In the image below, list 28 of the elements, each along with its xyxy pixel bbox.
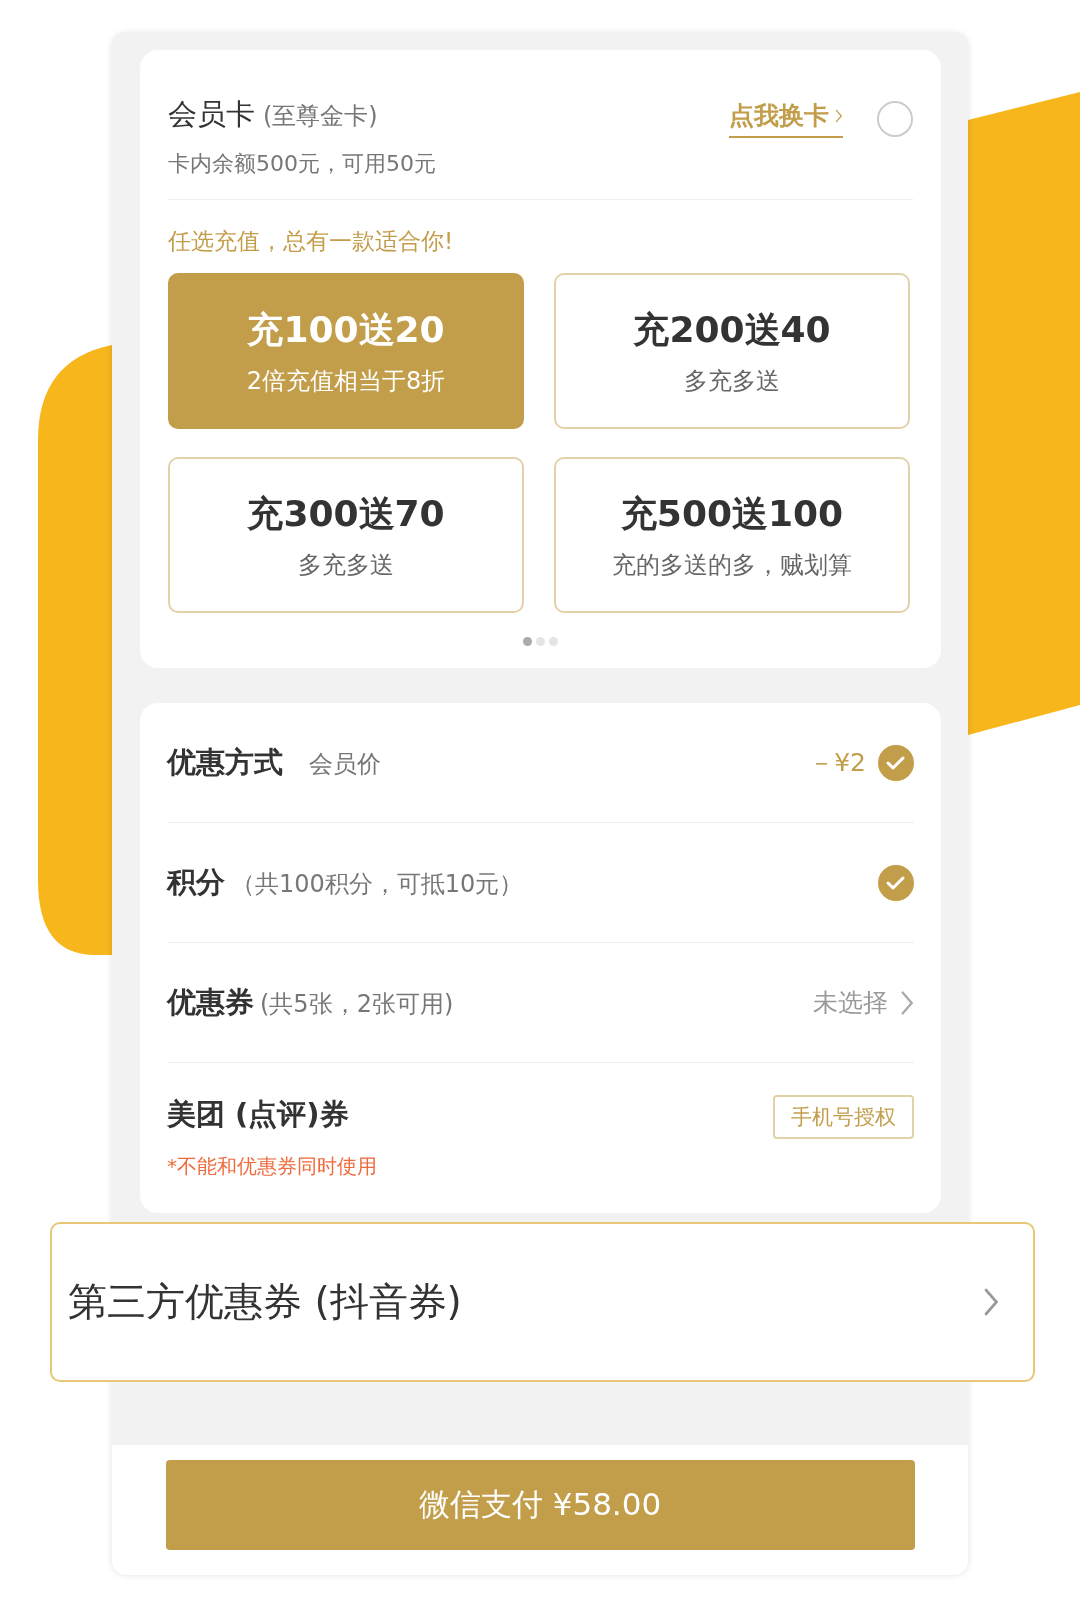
chevron-right-icon	[835, 108, 843, 123]
chevron-right-icon	[982, 1287, 999, 1317]
phone-auth-button[interactable]: 手机号授权	[773, 1095, 914, 1139]
discount-label: 美团 (点评)券	[167, 1097, 349, 1131]
discount-amount: －¥2	[809, 747, 866, 779]
discount-label: 优惠方式	[167, 744, 283, 779]
discount-detail: （共100积分，可抵10元）	[231, 869, 524, 898]
recharge-option[interactable]: 充100送20 2倍充值相当于8折	[168, 273, 524, 429]
radio-button[interactable]	[877, 100, 913, 137]
chevron-right-icon	[899, 989, 914, 1016]
discount-label: 积分	[167, 864, 225, 899]
check-icon[interactable]	[878, 864, 914, 901]
recharge-option[interactable]: 充200送40 多充多送	[554, 273, 910, 429]
discount-detail: (共5张，2张可用)	[260, 989, 454, 1018]
recharge-hint: 任选充值，总有一款适合你!	[168, 227, 455, 256]
switch-card-link[interactable]: 点我换卡	[729, 99, 843, 138]
card-title: 会员卡	[168, 96, 255, 133]
pay-button[interactable]: 微信支付 ¥58.00	[165, 1460, 915, 1550]
recharge-option[interactable]: 充300送70 多充多送	[168, 457, 524, 613]
warning-note: *不能和优惠券同时使用	[167, 1153, 377, 1180]
discount-detail: 会员价	[309, 749, 381, 778]
check-icon[interactable]	[878, 744, 914, 781]
third-party-coupon-row[interactable]: 第三方优惠券 (抖音券)	[50, 1222, 1035, 1382]
recharge-option[interactable]: 充500送100 充的多送的多，贼划算	[554, 457, 910, 613]
discount-label: 优惠券	[167, 984, 254, 1019]
balance-text: 卡内余额500元，可用50元	[168, 150, 436, 178]
card-type: (至尊金卡)	[263, 101, 378, 132]
coupon-status[interactable]: 未选择	[812, 986, 888, 1019]
